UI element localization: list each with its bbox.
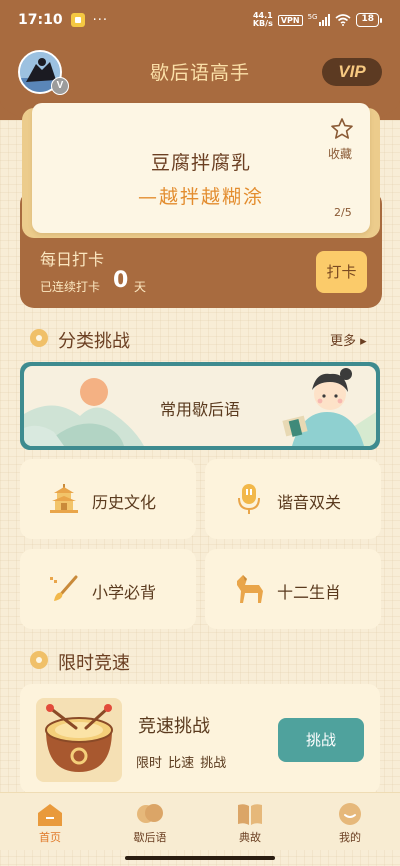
tab-label: 歇后语: [133, 831, 167, 844]
challenge-button[interactable]: 挑战: [278, 718, 364, 762]
speed-challenge-card[interactable]: 竞速挑战 限时 比速 挑战 挑战: [20, 684, 380, 794]
home-indicator: [125, 856, 275, 860]
pagoda-icon: [50, 484, 78, 513]
vpn-icon: VPN: [277, 14, 303, 26]
tab-stories[interactable]: 典故: [200, 793, 300, 851]
favorite-label[interactable]: 收藏: [328, 145, 352, 162]
status-bar: 17:10 ··· 44.1 KB/s VPN 5G 18: [0, 0, 400, 40]
word-answer: —越拌越糊涂: [137, 186, 264, 208]
banner-label: 常用歇后语: [159, 400, 240, 419]
chat-bubble-icon: [137, 804, 163, 823]
status-more-dots: ···: [92, 12, 108, 28]
brush-icon: [50, 575, 78, 601]
battery-icon: 18: [356, 13, 382, 27]
vip-button[interactable]: VIP: [322, 58, 382, 86]
tab-label: 我的: [339, 831, 361, 844]
tab-label: 首页: [39, 831, 61, 844]
category-card-homophone[interactable]: 谐音双关: [205, 459, 381, 539]
home-icon: [38, 804, 62, 826]
profile-icon: [339, 803, 361, 825]
common-sayings-banner[interactable]: 常用歇后语: [20, 362, 380, 450]
book-icon: [238, 804, 262, 825]
battery-level: 18: [356, 13, 379, 27]
tab-sayings[interactable]: 歇后语: [100, 793, 200, 851]
word-card[interactable]: 豆腐拌腐乳 —越拌越糊涂 收藏 2/5: [32, 103, 370, 233]
category-section-title: 分类挑战: [58, 331, 130, 352]
category-card-zodiac[interactable]: 十二生肖: [205, 549, 381, 629]
tab-label: 典故: [239, 831, 261, 844]
star-icon[interactable]: [330, 117, 354, 141]
drum-frame: [36, 698, 122, 782]
checkin-title: 每日打卡: [40, 250, 105, 269]
network-type: 5G: [307, 13, 318, 21]
tab-bar: 首页 歇后语 典故 我的: [0, 792, 400, 850]
category-label: 历史文化: [92, 493, 157, 512]
speed-card-title: 竞速挑战: [138, 716, 210, 737]
page-indicator: 2/5: [334, 206, 352, 219]
tab-home[interactable]: 首页: [0, 793, 100, 851]
speed-card-subtitle: 限时 比速 挑战: [136, 756, 227, 771]
checkin-button[interactable]: 打卡: [316, 251, 367, 293]
network-speed: 44.1 KB/s: [253, 12, 273, 28]
checkin-streak-days: 0: [113, 268, 129, 293]
microphone-icon: [238, 484, 260, 514]
checkin-streak-unit: 天: [134, 280, 147, 294]
tab-profile[interactable]: 我的: [300, 793, 400, 851]
wifi-icon: [335, 14, 351, 26]
section-dot-icon: [30, 651, 48, 669]
word-question: 豆腐拌腐乳: [150, 152, 251, 174]
more-link[interactable]: 更多 ▸: [330, 330, 367, 349]
drum-icon: [45, 704, 113, 772]
notification-app-icon: [70, 13, 85, 27]
category-label: 十二生肖: [277, 583, 342, 602]
checkin-streak-prefix: 已连续打卡: [40, 280, 101, 294]
category-label: 小学必背: [92, 583, 157, 602]
signal-icon: [319, 14, 331, 26]
status-time: 17:10: [18, 12, 63, 28]
speed-section-title: 限时竞速: [58, 653, 130, 674]
category-card-history[interactable]: 历史文化: [20, 459, 196, 539]
horse-icon: [237, 575, 263, 603]
status-indicators: 44.1 KB/s VPN 5G 18: [253, 12, 382, 28]
category-card-primary-school[interactable]: 小学必背: [20, 549, 196, 629]
network-speed-unit: KB/s: [252, 19, 273, 28]
category-label: 谐音双关: [277, 493, 342, 512]
section-dot-icon: [30, 329, 48, 347]
